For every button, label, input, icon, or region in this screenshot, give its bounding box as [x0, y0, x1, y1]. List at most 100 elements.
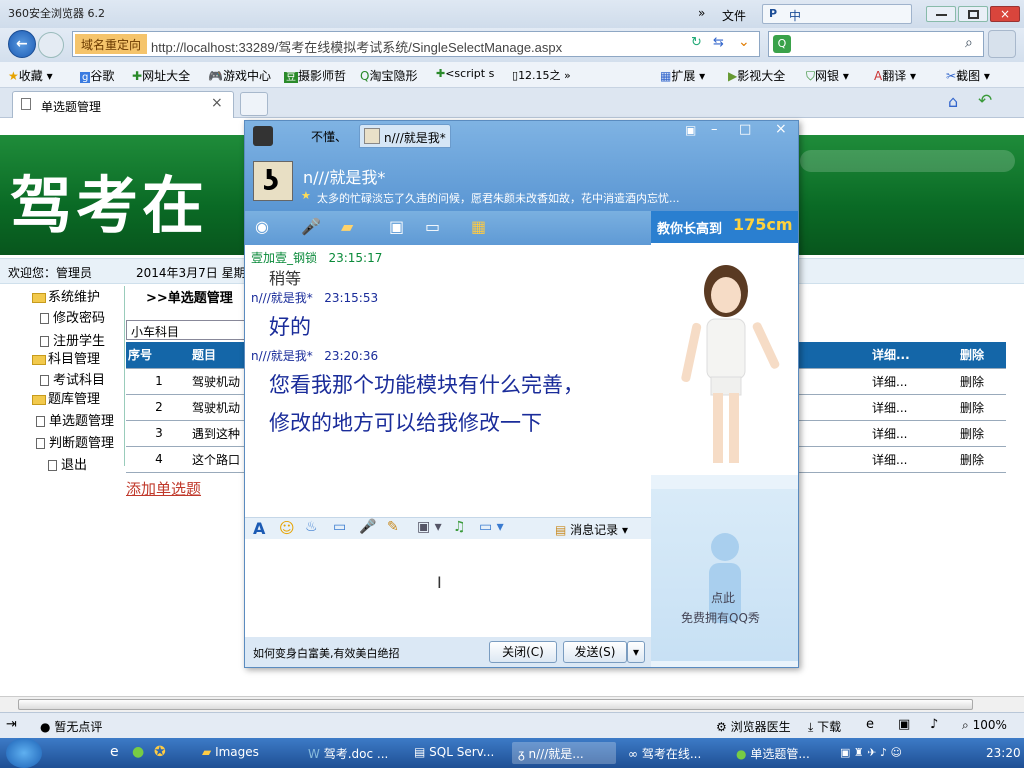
- scrollbar-thumb[interactable]: [18, 699, 973, 710]
- voice-call-icon[interactable]: 🎤: [301, 217, 321, 236]
- font-icon[interactable]: A: [253, 519, 265, 538]
- taskbar-item-qq[interactable]: ᵹ n///就是...: [512, 742, 616, 764]
- note-icon[interactable]: ✎: [387, 519, 399, 535]
- downloads[interactable]: ⤓ 下载: [808, 718, 841, 735]
- video-call-icon[interactable]: ◉: [255, 217, 269, 236]
- user-avatar-icon[interactable]: [988, 30, 1016, 58]
- dropdown-chevron-icon[interactable]: ⌄: [738, 34, 750, 50]
- tab-single-select[interactable]: 单选题管理 ×: [12, 91, 234, 118]
- favorites-item-google[interactable]: g 谷歌: [80, 67, 114, 84]
- voice-message-icon[interactable]: 🎤: [359, 519, 376, 535]
- taskbar-item-vs[interactable]: ∞ 驾考在线...: [622, 742, 726, 764]
- restore-button[interactable]: [958, 6, 988, 22]
- shake-icon[interactable]: ♨: [305, 519, 318, 535]
- music-icon[interactable]: ♫: [453, 519, 466, 535]
- message-history-button[interactable]: ▤ 消息记录 ▾: [555, 521, 628, 538]
- row-detail-link[interactable]: 详细...: [870, 394, 958, 421]
- 360-taskbar-icon[interactable]: ●: [132, 744, 144, 760]
- qq-minimize-icon[interactable]: –: [711, 122, 718, 137]
- favorites-item-photographer[interactable]: 豆摄影师哲: [284, 67, 346, 84]
- tree-item-logout[interactable]: 退出: [48, 454, 87, 473]
- favorites-extensions[interactable]: ▦扩展 ▾: [660, 67, 705, 84]
- favorites-bank[interactable]: ⛉网银 ▾: [806, 67, 849, 84]
- contact-avatar[interactable]: ʖ: [253, 161, 293, 201]
- tree-item-single-select[interactable]: 单选题管理: [36, 410, 114, 429]
- start-button[interactable]: [6, 738, 42, 768]
- favorites-item-1215[interactable]: ▯12.15之 »: [512, 67, 571, 83]
- emoji-icon[interactable]: ☺: [279, 519, 295, 537]
- horizontal-scrollbar[interactable]: [0, 696, 1024, 712]
- ie-mode-icon[interactable]: e: [866, 717, 874, 732]
- message-input[interactable]: I: [245, 539, 651, 637]
- send-file-icon[interactable]: ▰: [341, 217, 353, 236]
- zoom-control[interactable]: ⌕ 100%: [962, 718, 1007, 733]
- add-question-link[interactable]: 添加单选题: [126, 478, 201, 499]
- screen-share-icon[interactable]: ▭ ▾: [479, 519, 504, 535]
- favorites-item-hao[interactable]: ✚网址大全: [132, 67, 190, 84]
- row-delete-link[interactable]: 删除: [958, 420, 1006, 447]
- tree-item-exam-subject[interactable]: 考试科目: [40, 369, 105, 388]
- forward-button[interactable]: [38, 32, 64, 58]
- tab-close-icon[interactable]: ×: [211, 95, 223, 111]
- row-detail-link[interactable]: 详细...: [870, 446, 958, 473]
- favorites-screenshot[interactable]: ✂截图 ▾: [946, 67, 990, 84]
- redirect-badge[interactable]: 域名重定向: [75, 34, 148, 54]
- send-options-chevron-icon[interactable]: ▾: [627, 641, 645, 663]
- favorites-item-collect[interactable]: ★收藏 ▾: [8, 67, 53, 84]
- sidebar-toggle-icon[interactable]: ⇥: [6, 717, 17, 732]
- qq-tab-2-active[interactable]: n///就是我*: [359, 124, 451, 148]
- screen-capture-icon[interactable]: ▭: [333, 519, 346, 535]
- window-icon[interactable]: ▣: [898, 717, 910, 732]
- search-box[interactable]: Q ⌕: [768, 31, 984, 57]
- search-icon[interactable]: ⌕: [965, 35, 973, 51]
- taskbar-item-word[interactable]: W 驾考.doc ...: [302, 742, 402, 764]
- tree-item-register[interactable]: 注册学生: [40, 330, 105, 349]
- qq-tab-1[interactable]: 不懂、: [311, 128, 347, 145]
- minimize-button[interactable]: [926, 6, 956, 22]
- add-chat-icon[interactable]: ▣: [389, 217, 404, 236]
- row-detail-link[interactable]: 详细...: [870, 368, 958, 395]
- speaker-icon[interactable]: ♪: [930, 717, 938, 732]
- refresh-icon[interactable]: ↻: [691, 35, 702, 50]
- url-text[interactable]: http://localhost:33289/驾考在线模拟考试系统/Single…: [151, 37, 562, 56]
- undo-arrow-icon[interactable]: ↶: [978, 91, 992, 111]
- subject-select[interactable]: 小车科目: [126, 320, 250, 340]
- ad-banner[interactable]: 教你长高到 175cm: [651, 211, 798, 243]
- close-chat-button[interactable]: 关闭(C): [489, 641, 557, 663]
- favorites-item-taobao[interactable]: Q淘宝隐形: [360, 67, 417, 84]
- row-delete-link[interactable]: 删除: [958, 446, 1006, 473]
- home-icon[interactable]: ⌂: [948, 92, 958, 111]
- favorites-item-games[interactable]: 🎮游戏中心: [208, 67, 271, 84]
- search-engine-icon[interactable]: Q: [773, 35, 791, 53]
- qq-close-icon[interactable]: ×: [775, 121, 787, 137]
- chevron-double-right-icon[interactable]: »: [698, 6, 705, 20]
- favorites-item-script[interactable]: ✚<script s: [436, 67, 494, 80]
- browser-doctor[interactable]: ⚙ 浏览器医生: [716, 718, 791, 735]
- compat-mode-icon[interactable]: ⇆: [713, 35, 724, 50]
- ime-chinese-toggle[interactable]: 中: [789, 7, 801, 24]
- close-window-button[interactable]: ×: [990, 6, 1020, 22]
- ime-toolbar[interactable]: P 中: [762, 4, 912, 24]
- tray-icons[interactable]: ▣ ♜ ✈ ♪ ☺: [840, 746, 902, 759]
- tree-item-subjects[interactable]: 科目管理: [32, 348, 100, 367]
- game-taskbar-icon[interactable]: ✪: [154, 744, 166, 760]
- tree-item-system[interactable]: 系统维护: [32, 286, 100, 305]
- qq-maximize-icon[interactable]: □: [739, 122, 751, 137]
- favorites-video[interactable]: ▶影视大全: [728, 67, 785, 84]
- bottom-tip-link[interactable]: 如何变身白富美,有效美白绝招: [253, 645, 400, 661]
- window-menu-icon[interactable]: ▣: [685, 123, 696, 137]
- row-delete-link[interactable]: 删除: [958, 394, 1006, 421]
- apps-grid-icon[interactable]: ▦: [471, 217, 486, 236]
- address-bar[interactable]: 域名重定向 http://localhost:33289/驾考在线模拟考试系统/…: [72, 31, 760, 57]
- tree-item-judge[interactable]: 判断题管理: [36, 432, 114, 451]
- tree-item-change-password[interactable]: 修改密码: [40, 307, 105, 326]
- row-detail-link[interactable]: 详细...: [870, 420, 958, 447]
- back-button[interactable]: ←: [8, 30, 36, 58]
- remote-desktop-icon[interactable]: ▭: [425, 217, 440, 236]
- image-icon[interactable]: ▣ ▾: [417, 519, 442, 535]
- taskbar-item-browser[interactable]: ● 单选题管...: [730, 742, 834, 764]
- comment-status[interactable]: ● 暂无点评: [40, 718, 102, 735]
- qq-show-figure[interactable]: [651, 243, 798, 475]
- new-tab-button[interactable]: [240, 92, 268, 116]
- menu-file[interactable]: 文件: [722, 7, 746, 24]
